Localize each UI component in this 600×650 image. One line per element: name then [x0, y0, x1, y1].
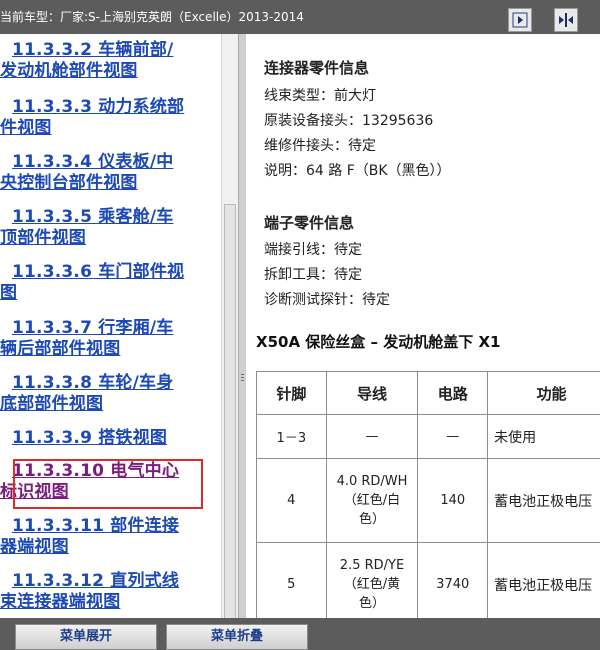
table-row: 5 2.5 RD/YE （红色/黄 色） 3740 蓄电池正极电压	[256, 542, 600, 618]
column-header: 针脚	[256, 371, 327, 415]
splitter-grip	[241, 380, 244, 381]
terminal-info-line: 拆卸工具：待定	[264, 267, 362, 283]
content-pane: 连接器零件信息 线束类型：前大灯 原装设备接头：13295636 维修件接头：待…	[246, 34, 600, 618]
splitter-grip	[241, 377, 244, 378]
wire-cell: —	[325, 414, 419, 459]
nav-item-11-3-3-2[interactable]: 11.3.3.2 车辆前部/ 发动机舱部件视图	[0, 40, 210, 82]
collapse-split-button[interactable]	[554, 8, 578, 32]
vehicle-title: 当前车型：厂家:S-上海别克英朗（Excelle）2013-2014	[0, 10, 304, 24]
column-header: 电路	[417, 371, 489, 415]
connector-info-title: 连接器零件信息	[264, 59, 370, 77]
function-cell: 蓄电池正极电压	[487, 458, 600, 543]
wire-cell: 4.0 RD/WH （红色/白 色）	[325, 458, 419, 543]
nav-item-11-3-3-8[interactable]: 11.3.3.8 车轮/车身 底部部件视图	[0, 373, 210, 415]
wire-cell: 2.5 RD/YE （红色/黄 色）	[325, 542, 419, 618]
terminal-info-line: 端接引线：待定	[264, 242, 362, 258]
wire-line: 色）	[358, 596, 385, 611]
terminal-info-line: 诊断测试探针：待定	[264, 292, 390, 308]
splitter-grip	[241, 374, 244, 375]
fuse-box-title: X50A 保险丝盒 – 发动机舱盖下 X1	[256, 333, 501, 351]
table-header-row: 针脚 导线 电路 功能	[256, 371, 600, 415]
connector-info-line: 线束类型：前大灯	[264, 88, 376, 104]
nav-scrollbar[interactable]	[221, 34, 238, 622]
arrow-right-icon	[512, 12, 528, 28]
nav-item-11-3-3-5[interactable]: 11.3.3.5 乘客舱/车 顶部件视图	[0, 207, 210, 249]
connector-info-line: 维修件接头：待定	[264, 138, 376, 154]
nav-item-11-3-3-3[interactable]: 11.3.3.3 动力系统部 件视图	[0, 97, 210, 139]
wire-line: 4.0 RD/WH	[336, 474, 408, 489]
circuit-cell: 140	[417, 458, 489, 543]
function-cell: 蓄电池正极电压	[487, 542, 600, 618]
menu-expand-button[interactable]: 菜单展开	[15, 624, 157, 650]
wire-line: 色）	[358, 512, 385, 527]
function-cell: 未使用	[487, 414, 600, 459]
wire-line: 2.5 RD/YE	[339, 558, 405, 573]
menu-collapse-button[interactable]: 菜单折叠	[166, 624, 308, 650]
nav-item-11-3-3-7[interactable]: 11.3.3.7 行李厢/车 辆后部部件视图	[0, 318, 210, 360]
nav-item-11-3-3-9[interactable]: 11.3.3.9 搭铁视图	[0, 428, 210, 449]
selection-highlight-box	[13, 459, 203, 509]
wire-line: （红色/白	[343, 493, 401, 508]
wire-line: （红色/黄	[343, 577, 401, 592]
table-row: 4 4.0 RD/WH （红色/白 色） 140 蓄电池正极电压	[256, 458, 600, 543]
nav-item-11-3-3-11[interactable]: 11.3.3.11 部件连接 器端视图	[0, 516, 210, 558]
nav-item-11-3-3-6[interactable]: 11.3.3.6 车门部件视 图	[0, 262, 210, 304]
connector-info-line: 说明：64 路 F（BK（黑色））	[264, 163, 451, 179]
terminal-info-title: 端子零件信息	[264, 214, 355, 232]
nav-scrollbar-thumb[interactable]	[224, 204, 236, 622]
column-header: 功能	[487, 371, 600, 415]
arrows-inward-icon	[559, 13, 573, 27]
bottom-bar: 菜单展开 菜单折叠	[0, 618, 600, 650]
column-header: 导线	[325, 371, 419, 415]
pin-cell: 5	[256, 542, 327, 618]
pane-splitter[interactable]	[238, 34, 246, 618]
circuit-cell: 3740	[417, 542, 489, 618]
circuit-cell: —	[417, 414, 489, 459]
pin-cell: 4	[256, 458, 327, 543]
nav-item-11-3-3-12[interactable]: 11.3.3.12 直列式线 束连接器端视图	[0, 571, 210, 613]
connector-info-line: 原装设备接头：13295636	[264, 113, 434, 129]
pin-table: 针脚 导线 电路 功能 1－3 — — 未使用 4 4.0 RD/WH （红色/…	[256, 371, 600, 618]
top-bar: 当前车型：厂家:S-上海别克英朗（Excelle）2013-2014	[0, 0, 600, 34]
expand-right-button[interactable]	[508, 8, 532, 32]
pin-cell: 1－3	[256, 414, 327, 459]
nav-item-11-3-3-4[interactable]: 11.3.3.4 仪表板/中 央控制台部件视图	[0, 152, 210, 194]
table-row: 1－3 — — 未使用	[256, 414, 600, 459]
nav-pane: 11.3.3.2 车辆前部/ 发动机舱部件视图 11.3.3.3 动力系统部 件…	[0, 34, 221, 618]
